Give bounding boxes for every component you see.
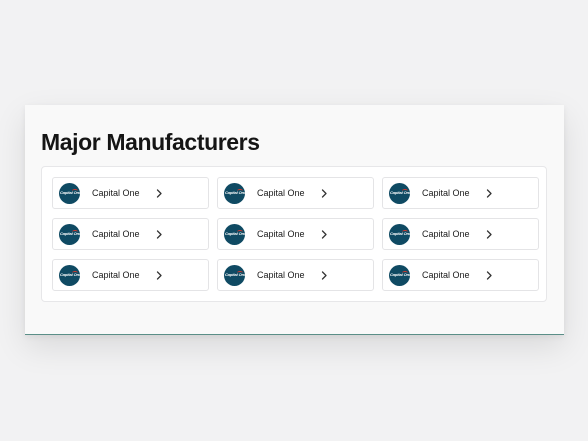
manufacturer-tile[interactable]: Capital One Capital One	[382, 218, 539, 250]
logo-swoosh	[72, 188, 78, 193]
manufacturer-tile[interactable]: Capital One Capital One	[52, 218, 209, 250]
section-title: Major Manufacturers	[41, 129, 260, 155]
logo-swoosh	[402, 270, 408, 275]
chevron-right-icon	[154, 187, 166, 199]
manufacturer-name: Capital One	[257, 188, 305, 198]
manufacturer-tile[interactable]: Capital One Capital One	[52, 177, 209, 209]
manufacturer-name: Capital One	[92, 229, 140, 239]
chevron-right-icon	[154, 269, 166, 281]
chevron-right-icon	[484, 187, 496, 199]
manufacturer-tile[interactable]: Capital One Capital One	[217, 259, 374, 291]
chevron-right-icon	[319, 228, 331, 240]
manufacturer-name: Capital One	[92, 270, 140, 280]
manufacturer-tile[interactable]: Capital One Capital One	[52, 259, 209, 291]
manufacturer-logo: Capital One	[389, 264, 410, 286]
manufacturer-logo: Capital One	[389, 182, 410, 204]
logo-swoosh	[72, 229, 78, 234]
chevron-right-icon	[319, 269, 331, 281]
manufacturer-logo: Capital One	[59, 182, 80, 204]
logo-swoosh	[402, 188, 408, 193]
logo-swoosh	[402, 229, 408, 234]
manufacturers-card: Major Manufacturers Capital One Capital …	[25, 105, 564, 335]
manufacturer-name: Capital One	[257, 229, 305, 239]
manufacturers-panel: Capital One Capital One Capital One Capi…	[41, 166, 547, 302]
manufacturer-logo: Capital One	[224, 223, 245, 245]
chevron-right-icon	[484, 269, 496, 281]
manufacturer-tile[interactable]: Capital One Capital One	[217, 177, 374, 209]
logo-swoosh	[237, 229, 243, 234]
logo-swoosh	[237, 270, 243, 275]
manufacturer-name: Capital One	[422, 188, 470, 198]
manufacturer-logo: Capital One	[224, 264, 245, 286]
manufacturers-grid: Capital One Capital One Capital One Capi…	[52, 177, 539, 291]
manufacturer-tile[interactable]: Capital One Capital One	[382, 177, 539, 209]
manufacturer-tile[interactable]: Capital One Capital One	[382, 259, 539, 291]
chevron-right-icon	[154, 228, 166, 240]
chevron-right-icon	[484, 228, 496, 240]
chevron-right-icon	[319, 187, 331, 199]
manufacturer-logo: Capital One	[59, 223, 80, 245]
manufacturer-logo: Capital One	[224, 182, 245, 204]
manufacturer-name: Capital One	[422, 270, 470, 280]
manufacturer-tile[interactable]: Capital One Capital One	[217, 218, 374, 250]
manufacturer-name: Capital One	[92, 188, 140, 198]
logo-swoosh	[237, 188, 243, 193]
manufacturer-name: Capital One	[257, 270, 305, 280]
logo-swoosh	[72, 270, 78, 275]
manufacturer-logo: Capital One	[389, 223, 410, 245]
manufacturer-name: Capital One	[422, 229, 470, 239]
manufacturer-logo: Capital One	[59, 264, 80, 286]
